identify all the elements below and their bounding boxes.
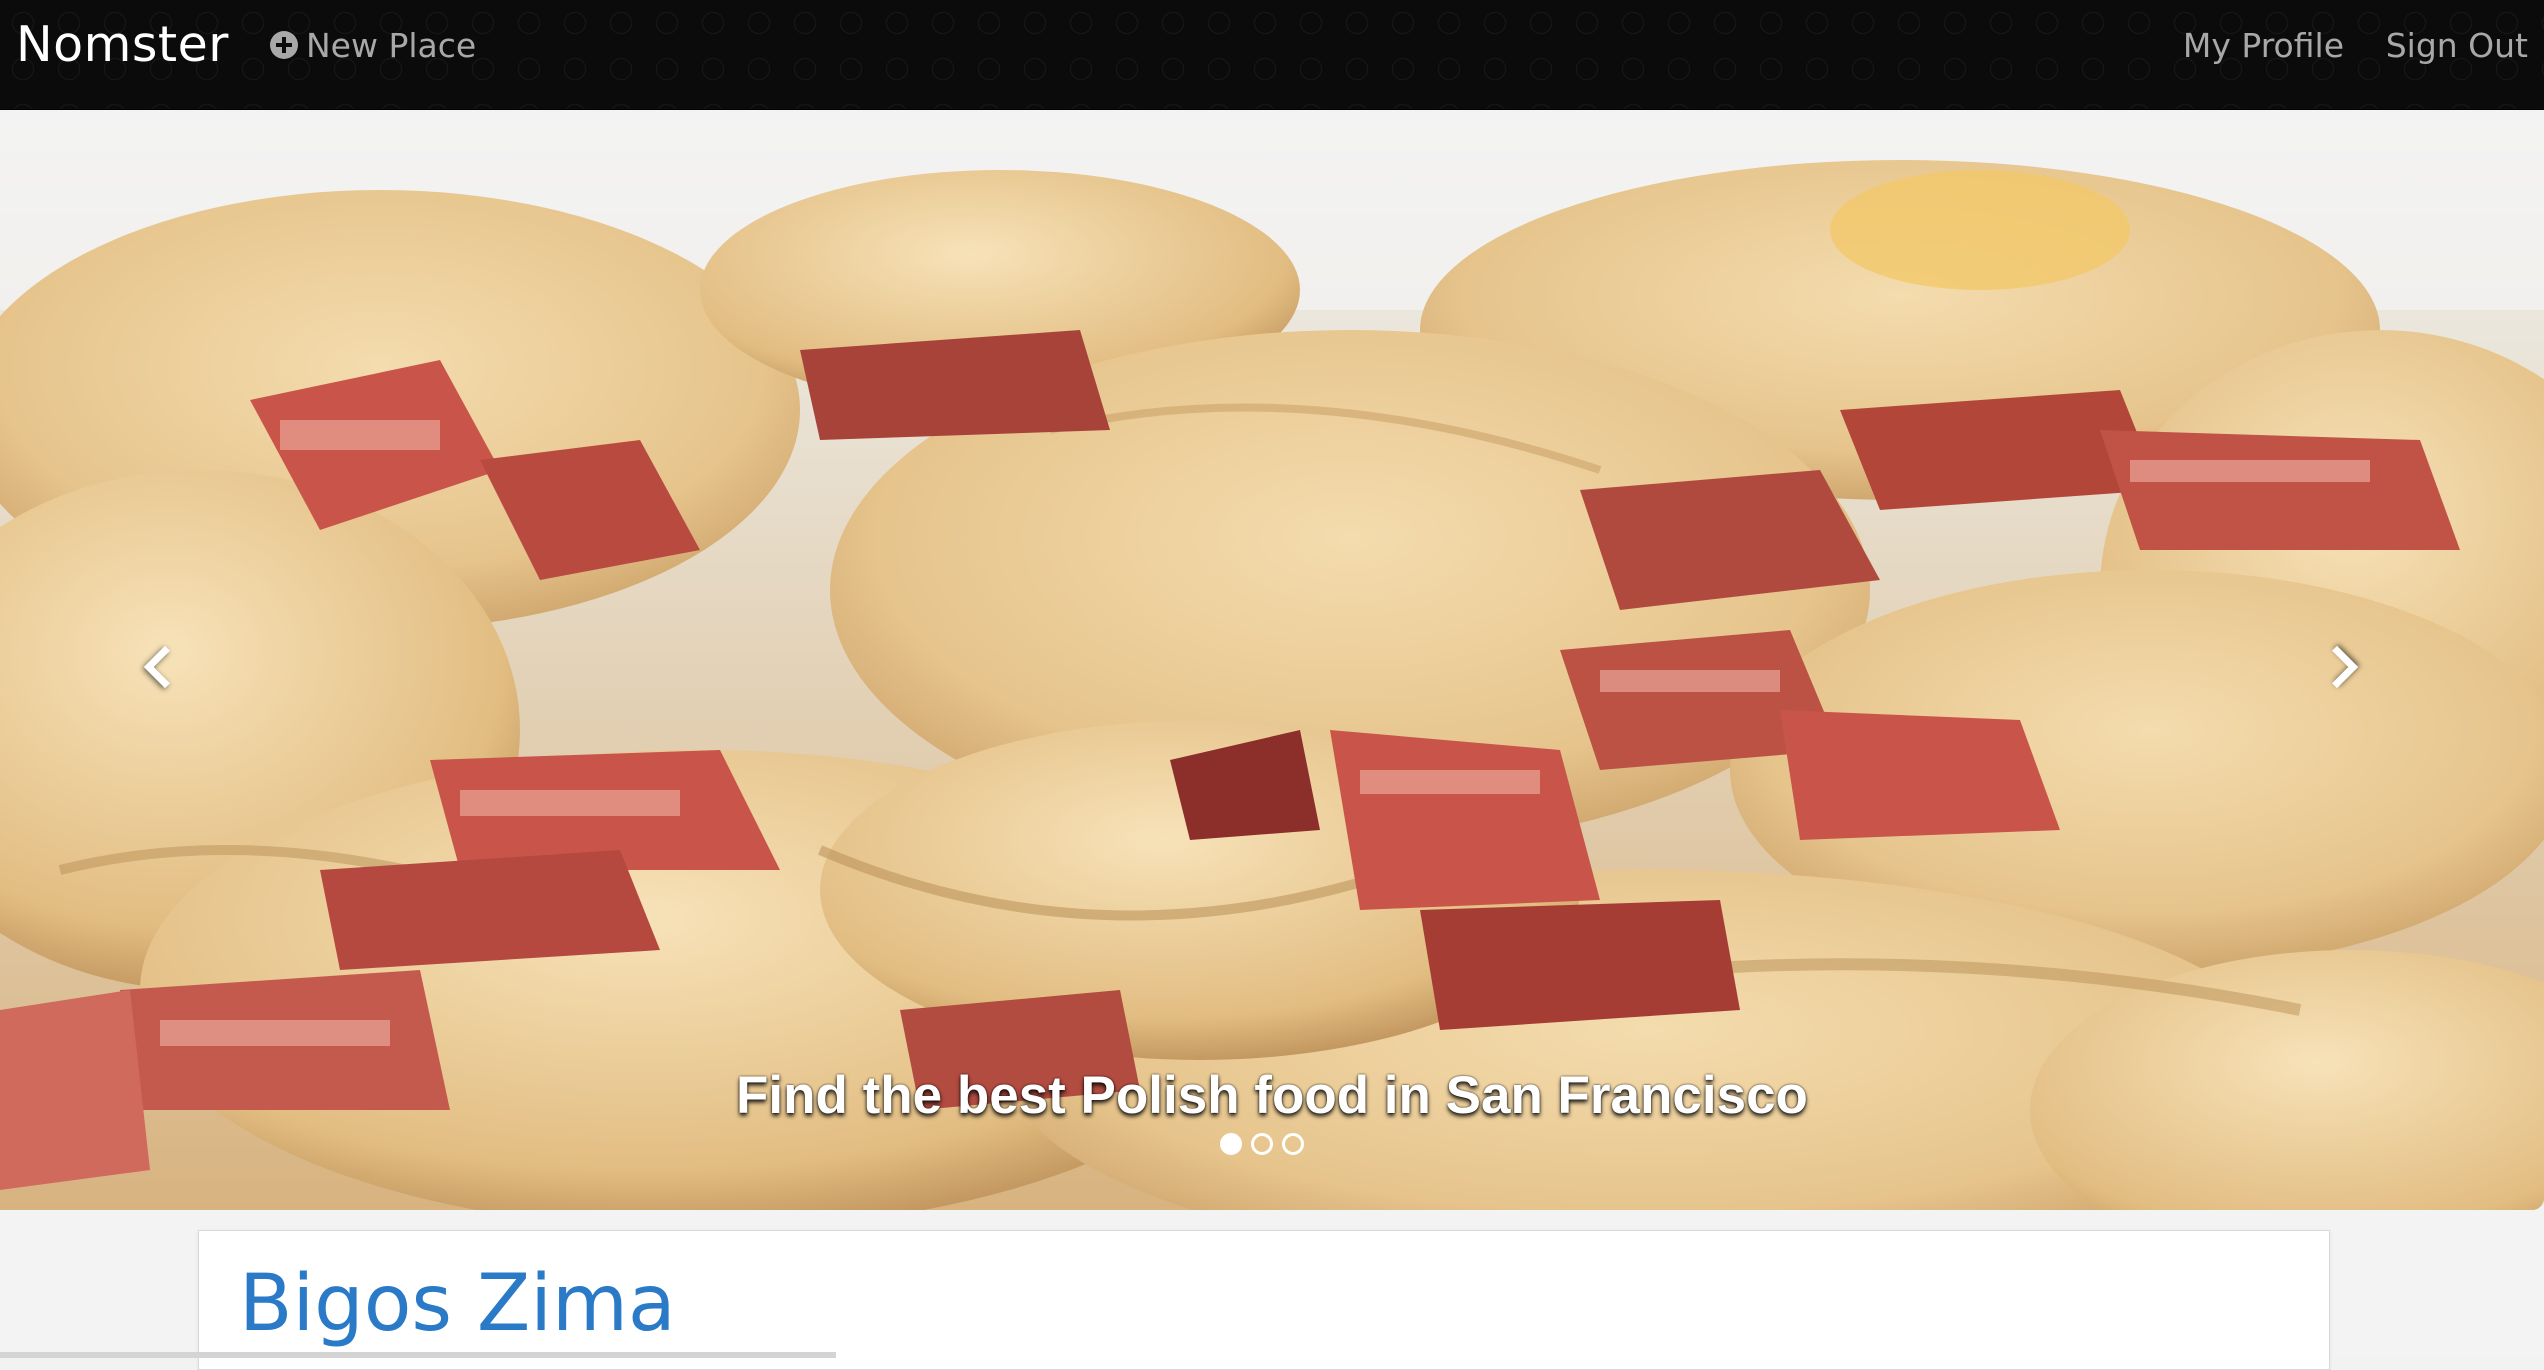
carousel-indicator-1[interactable] — [1220, 1133, 1242, 1155]
chevron-right-icon — [2315, 645, 2359, 689]
my-profile-link[interactable]: My Profile — [2183, 22, 2344, 70]
place-card: Bigos Zima — [198, 1230, 2330, 1370]
sign-out-link[interactable]: Sign Out — [2386, 22, 2528, 70]
new-place-link[interactable]: New Place — [270, 22, 476, 70]
plus-circle-icon — [270, 30, 298, 59]
places-list: Bigos Zima — [0, 1210, 2544, 1370]
new-place-label: New Place — [306, 26, 477, 65]
chevron-left-icon — [143, 645, 187, 689]
brand-logo-link[interactable]: Nomster — [16, 12, 229, 78]
carousel-indicators — [1220, 1133, 1304, 1157]
pierogi-slide-image — [0, 110, 2544, 1210]
carousel-next-button[interactable] — [2300, 610, 2390, 730]
top-navbar: Nomster New Place My Profile Sign Out — [0, 0, 2544, 110]
status-strip — [0, 1352, 836, 1358]
place-title-link[interactable]: Bigos Zima — [239, 1259, 676, 1349]
hero-carousel: Find the best Polish food in San Francis… — [0, 110, 2544, 1210]
carousel-caption: Find the best Polish food in San Francis… — [736, 1066, 1808, 1125]
carousel-prev-button[interactable] — [120, 610, 210, 730]
carousel-indicator-3[interactable] — [1282, 1133, 1304, 1155]
carousel-indicator-2[interactable] — [1251, 1133, 1273, 1155]
